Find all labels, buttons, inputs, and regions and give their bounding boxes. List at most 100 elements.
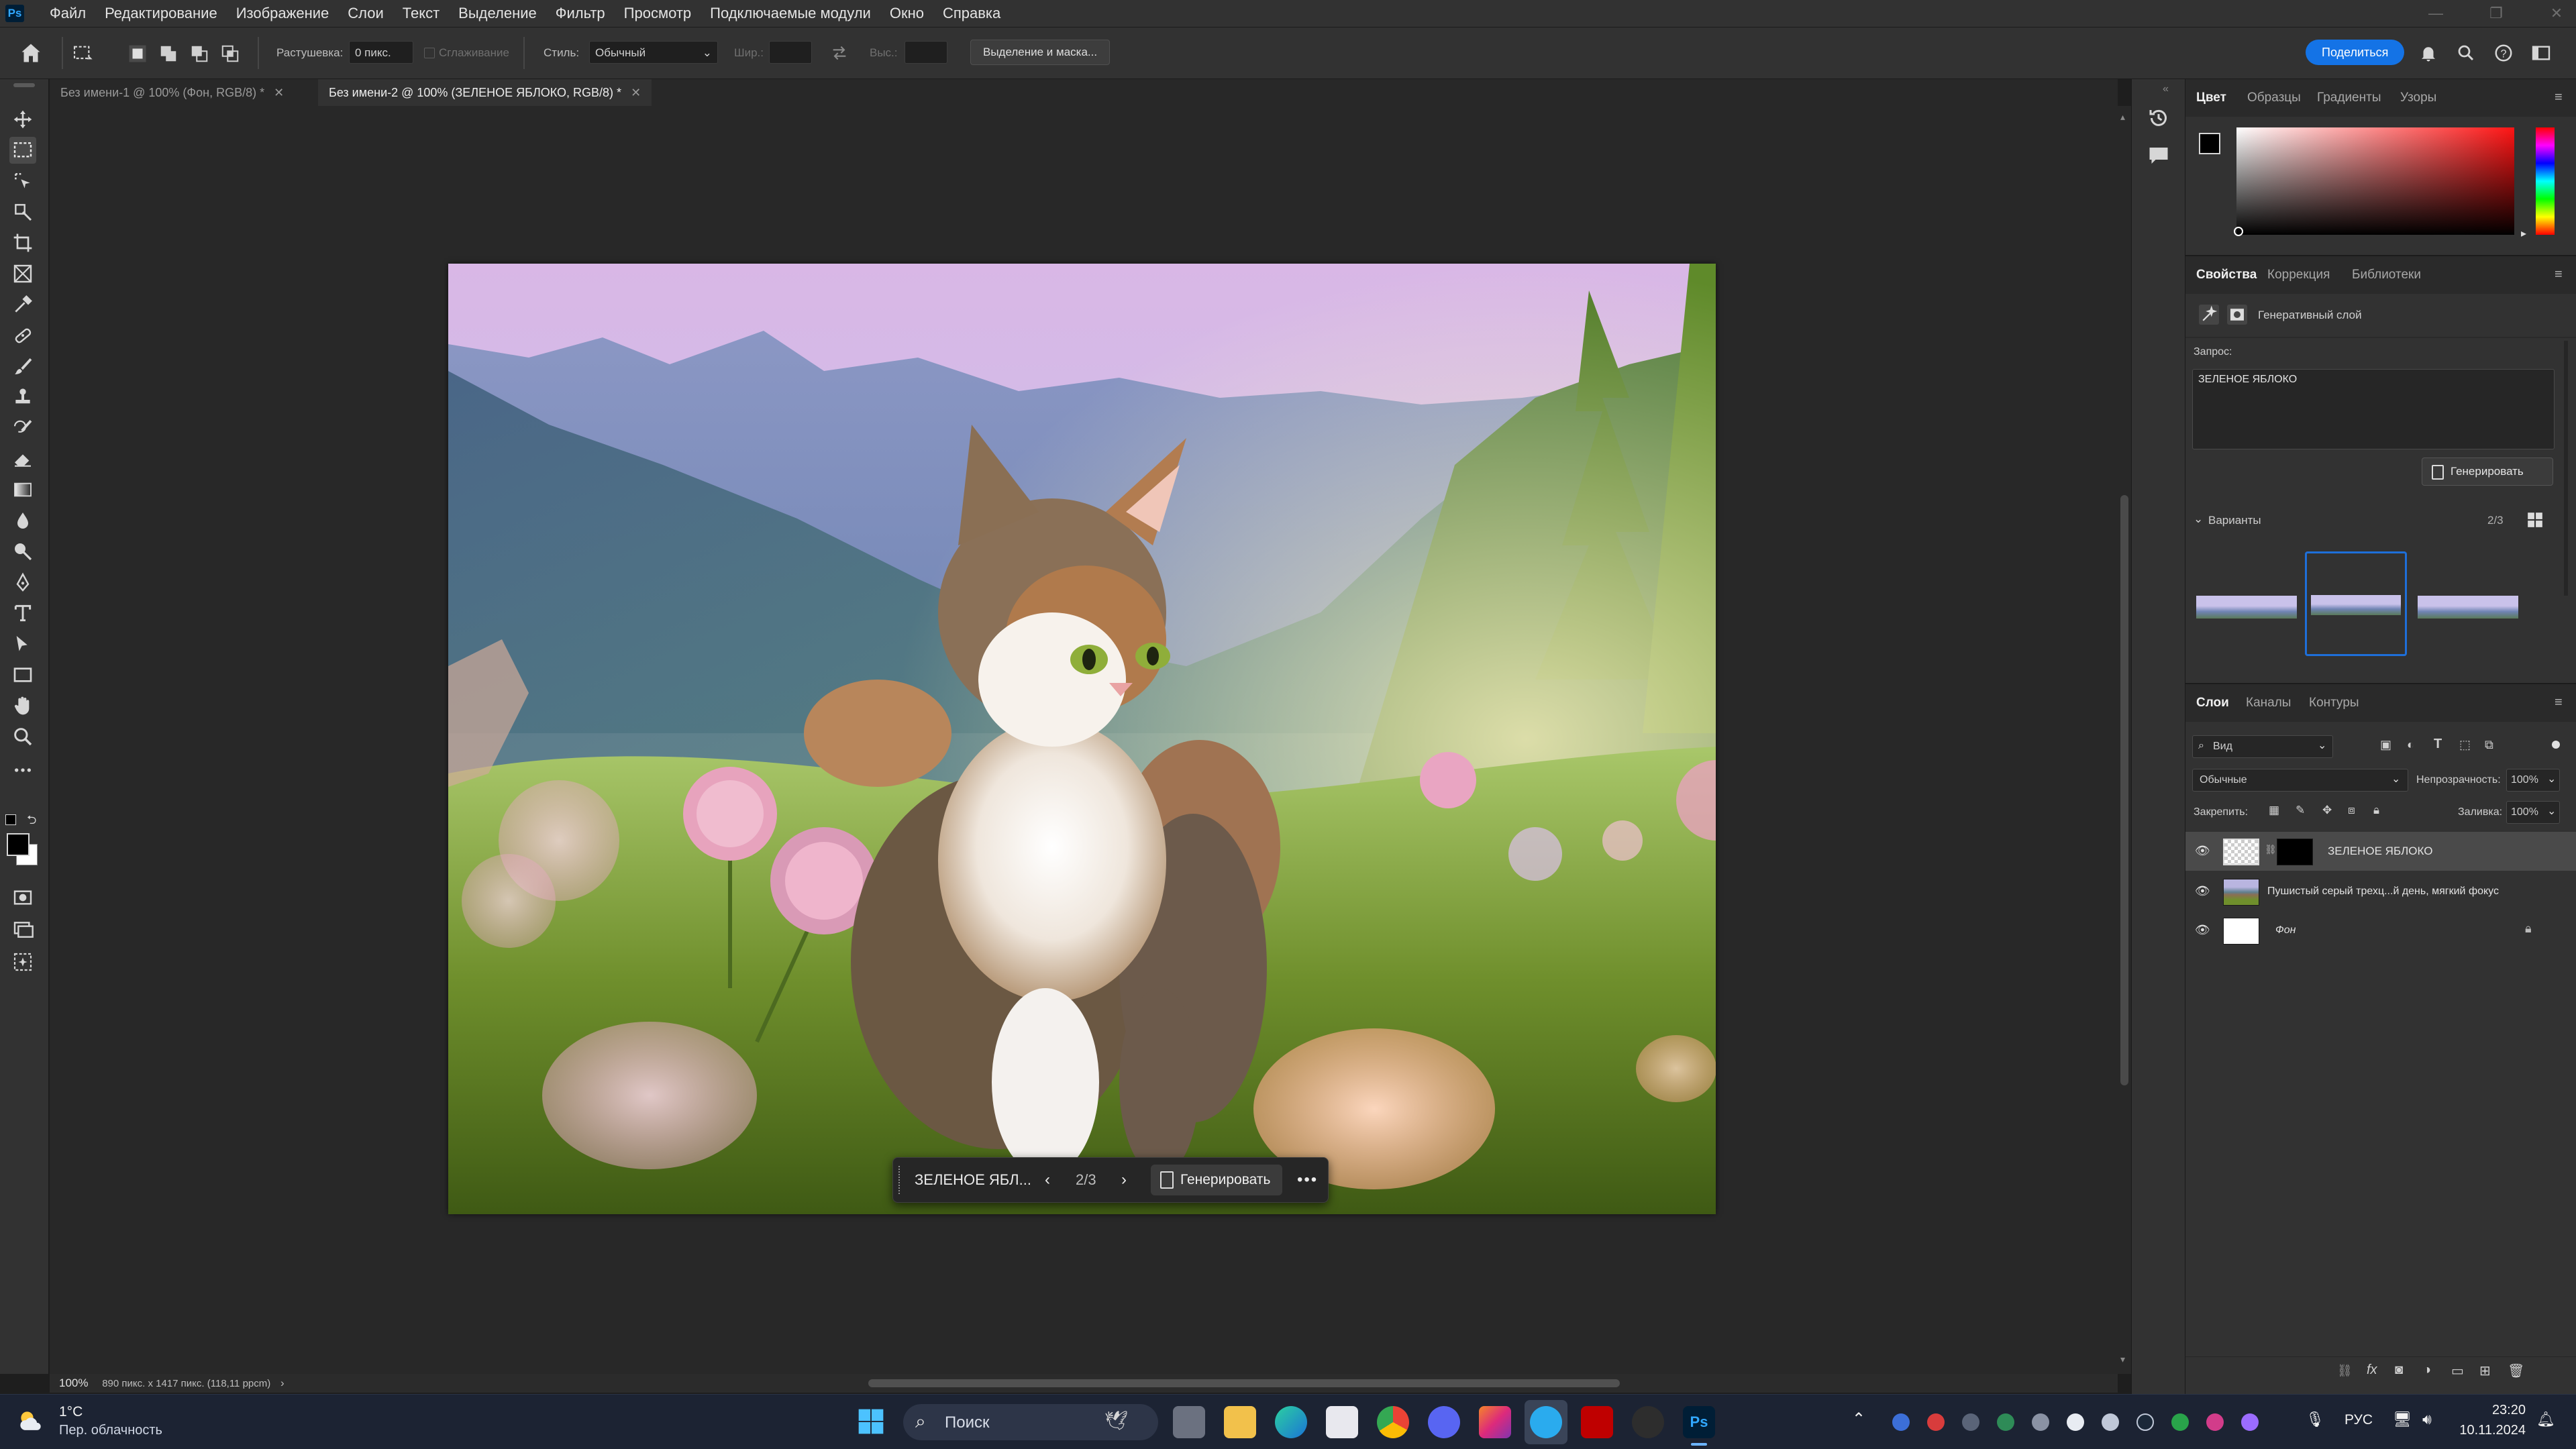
opacity-input[interactable]: 100% ⌄	[2506, 769, 2560, 792]
layer-thumbnail[interactable]	[2223, 918, 2259, 945]
onedrive-icon[interactable]	[2067, 1413, 2084, 1431]
subtract-selection-icon[interactable]	[189, 44, 209, 64]
color-field[interactable]	[2236, 127, 2514, 235]
next-variant-icon[interactable]: ›	[1121, 1158, 1127, 1202]
foreground-color-swatch[interactable]	[2199, 133, 2220, 154]
panel-menu-icon[interactable]: ≡	[2555, 695, 2563, 710]
style-select[interactable]: Обычный ⌄	[589, 41, 718, 64]
store-icon[interactable]	[1326, 1406, 1358, 1438]
hue-slider[interactable]	[2536, 127, 2555, 235]
select-and-mask-button[interactable]: Выделение и маска...	[970, 40, 1111, 65]
collapse-panels-icon[interactable]: «	[2163, 83, 2169, 95]
clone-stamp-icon[interactable]	[9, 384, 36, 411]
add-style-icon[interactable]: fx	[2367, 1362, 2377, 1378]
photoshop-taskbar-icon[interactable]: Ps	[1683, 1406, 1715, 1438]
tab-gradients[interactable]: Градиенты	[2317, 79, 2381, 117]
layer-name[interactable]: ЗЕЛЕНОЕ ЯБЛОКО	[2328, 832, 2432, 871]
vertical-scrollbar[interactable]: ▴ ▾	[2118, 106, 2131, 1374]
volume-icon[interactable]: 🔊︎	[2422, 1411, 2432, 1428]
screen-mode-icon[interactable]	[9, 916, 36, 943]
default-colors-icon[interactable]	[5, 814, 16, 825]
tab-layers[interactable]: Слои	[2196, 684, 2229, 722]
tab-color[interactable]: Цвет	[2196, 79, 2226, 117]
filter-type-icon[interactable]: T	[2434, 737, 2442, 752]
menu-help[interactable]: Справка	[933, 0, 1010, 27]
network-icon[interactable]: 🖥︎	[2393, 1411, 2412, 1428]
link-layers-icon[interactable]: ⛓︎	[2337, 1364, 2353, 1378]
minimize-icon[interactable]: —	[2416, 0, 2456, 27]
variant-thumbnail-2-selected[interactable]	[2305, 551, 2407, 656]
chrome-icon[interactable]	[1377, 1406, 1409, 1438]
tray-app-icon[interactable]	[2241, 1413, 2259, 1431]
filter-shape-icon[interactable]: ⬚	[2459, 738, 2471, 752]
doc-tab-2[interactable]: Без имени-2 @ 100% (ЗЕЛЕНОЕ ЯБЛОКО, RGB/…	[318, 79, 652, 106]
tray-app-icon[interactable]	[2206, 1413, 2224, 1431]
lock-transparent-icon[interactable]: ▦	[2269, 804, 2279, 817]
status-menu-icon[interactable]: ›	[280, 1377, 285, 1389]
generate-button[interactable]: Генерировать	[2422, 458, 2553, 486]
help-icon[interactable]: ?	[2493, 42, 2514, 64]
tab-adjustments[interactable]: Коррекция	[2267, 256, 2330, 294]
healing-brush-icon[interactable]	[9, 322, 36, 349]
horizontal-scroll-thumb[interactable]	[868, 1379, 1620, 1387]
more-tools-icon[interactable]	[9, 757, 36, 784]
visibility-eye-icon[interactable]: 👁︎	[2195, 923, 2210, 937]
magic-wand-icon[interactable]	[9, 199, 36, 225]
generative-fill-tool-icon[interactable]	[9, 949, 36, 975]
more-options-icon[interactable]: •••	[1297, 1158, 1318, 1202]
foreground-color-swatch[interactable]	[7, 833, 30, 856]
menu-window[interactable]: Окно	[880, 0, 933, 27]
gradient-tool-icon[interactable]	[9, 476, 36, 503]
search-icon[interactable]	[2456, 42, 2476, 64]
variants-chevron-icon[interactable]: ⌄	[2194, 513, 2203, 526]
tab-properties[interactable]: Свойства	[2196, 256, 2257, 294]
menu-layers[interactable]: Слои	[338, 0, 393, 27]
telegram-icon[interactable]	[1530, 1406, 1562, 1438]
layer-name[interactable]: Фон	[2275, 911, 2296, 950]
tray-overflow-icon[interactable]: ⌃	[1852, 1409, 1865, 1429]
marquee-preset-icon[interactable]	[71, 42, 94, 64]
intersect-selection-icon[interactable]	[220, 44, 240, 64]
lock-all-icon[interactable]: 🔒︎	[2373, 804, 2379, 817]
visibility-eye-icon[interactable]: 👁︎	[2195, 884, 2210, 898]
workspace-icon[interactable]	[2530, 42, 2553, 64]
object-selection-tool-icon[interactable]	[9, 168, 36, 195]
zoom-tool-icon[interactable]	[9, 723, 36, 750]
hue-slider-marker[interactable]: ▸	[2521, 227, 2526, 240]
antialias-checkbox[interactable]	[424, 48, 435, 58]
type-tool-icon[interactable]	[9, 600, 36, 627]
width-input[interactable]	[769, 41, 812, 64]
pen-tool-icon[interactable]	[9, 569, 36, 596]
instagram-icon[interactable]	[1479, 1406, 1511, 1438]
new-selection-icon[interactable]	[127, 44, 148, 64]
tab-swatches[interactable]: Образцы	[2247, 79, 2301, 117]
tab-paths[interactable]: Контуры	[2309, 684, 2359, 722]
variant-thumbnail-3[interactable]	[2418, 596, 2518, 619]
start-button-icon[interactable]	[856, 1407, 886, 1436]
menu-file[interactable]: Файл	[40, 0, 95, 27]
lock-image-icon[interactable]: ✎	[2296, 804, 2305, 817]
fill-input[interactable]: 100% ⌄	[2506, 801, 2560, 824]
edge-browser-icon[interactable]	[1275, 1406, 1307, 1438]
task-view-icon[interactable]	[1173, 1406, 1205, 1438]
weather-desc[interactable]: Пер. облачность	[59, 1423, 162, 1438]
filezilla-icon[interactable]	[1581, 1406, 1613, 1438]
new-adjustment-icon[interactable]: ◑	[2423, 1362, 2431, 1378]
tab-patterns[interactable]: Узоры	[2400, 79, 2436, 117]
delete-layer-icon[interactable]: 🗑︎	[2508, 1362, 2524, 1379]
previous-variant-icon[interactable]: ‹	[1045, 1158, 1050, 1202]
layer-filter-select[interactable]: ⌕ Вид ⌄	[2192, 735, 2333, 758]
layer-name[interactable]: Пушистый серый трехц...й день, мягкий фо…	[2267, 872, 2499, 911]
scroll-down-icon[interactable]: ▾	[2120, 1354, 2125, 1365]
menu-select[interactable]: Выделение	[449, 0, 546, 27]
layer-row-background[interactable]: 👁︎ Фон 🔒︎	[2185, 911, 2576, 950]
discord-icon[interactable]	[1428, 1406, 1460, 1438]
file-explorer-icon[interactable]	[1224, 1406, 1256, 1438]
context-generate-button[interactable]: Генерировать	[1151, 1165, 1282, 1195]
layer-mask-thumbnail[interactable]	[2277, 839, 2313, 865]
layer-thumbnail[interactable]	[2223, 839, 2259, 865]
clock-time[interactable]: 23:20	[2461, 1403, 2526, 1418]
taskbar-search[interactable]: ⌕ Поиск 🕊︎	[903, 1404, 1158, 1440]
panel-grip[interactable]	[13, 83, 35, 87]
share-button[interactable]: Поделиться	[2306, 40, 2405, 65]
